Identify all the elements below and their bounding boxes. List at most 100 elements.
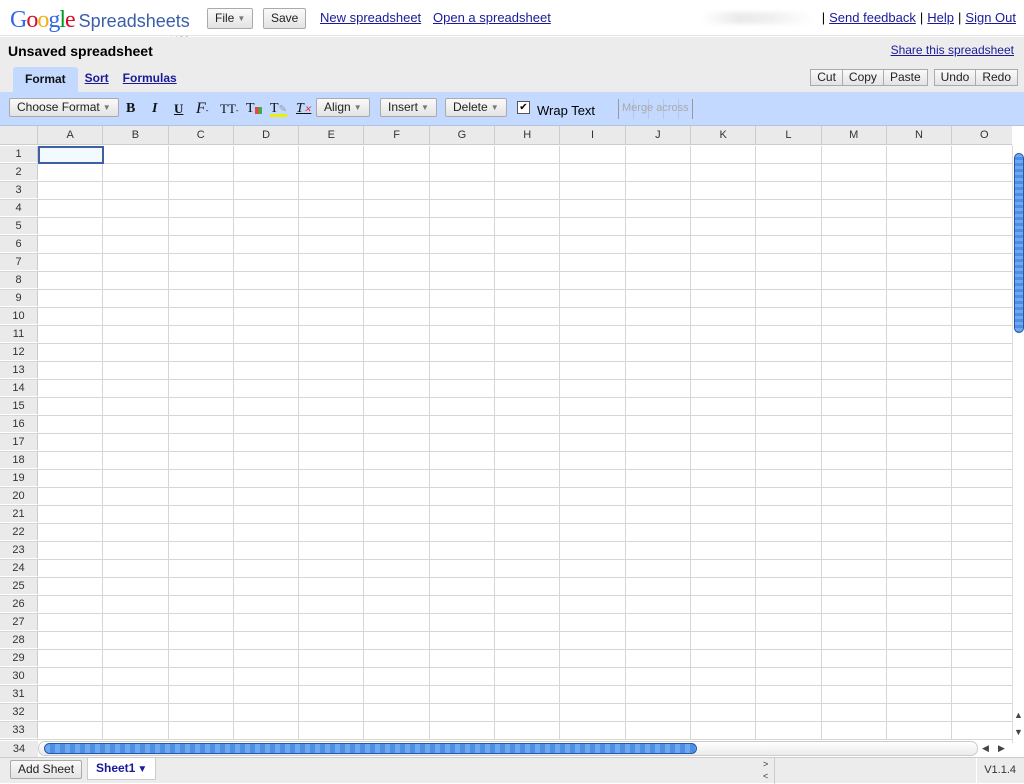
grid-cell[interactable] <box>299 362 365 379</box>
grid-cell[interactable] <box>495 650 561 667</box>
grid-cell[interactable] <box>430 308 496 325</box>
add-sheet-button[interactable]: Add Sheet <box>10 760 83 779</box>
grid-cell[interactable] <box>756 398 822 415</box>
scroll-down-arrow-icon[interactable]: ▼ <box>1014 727 1023 737</box>
grid-cell[interactable] <box>887 488 953 505</box>
grid-cell[interactable] <box>495 632 561 649</box>
grid-cell[interactable] <box>756 434 822 451</box>
grid-cell[interactable] <box>887 434 953 451</box>
grid-cell[interactable] <box>299 614 365 631</box>
column-header[interactable]: I <box>560 126 626 145</box>
grid-cell[interactable] <box>495 524 561 541</box>
grid-cell[interactable] <box>364 704 430 721</box>
grid-cell[interactable] <box>430 614 496 631</box>
grid-cell[interactable] <box>234 452 300 469</box>
grid-cell[interactable] <box>103 326 169 343</box>
grid-cell[interactable] <box>952 200 1012 217</box>
grid-cell[interactable] <box>299 632 365 649</box>
grid-cell[interactable] <box>299 416 365 433</box>
grid-cell[interactable] <box>756 254 822 271</box>
grid-cell[interactable] <box>299 470 365 487</box>
grid-cell[interactable] <box>691 650 757 667</box>
row-header[interactable]: 29 <box>0 650 38 667</box>
grid-cell[interactable] <box>691 488 757 505</box>
grid-cell[interactable] <box>364 650 430 667</box>
row-header[interactable]: 27 <box>0 614 38 631</box>
row-header[interactable]: 5 <box>0 218 38 235</box>
grid-cell[interactable] <box>691 146 757 163</box>
grid-cell[interactable] <box>299 578 365 595</box>
grid-cell[interactable] <box>756 668 822 685</box>
grid-cell[interactable] <box>430 272 496 289</box>
grid-cell[interactable] <box>822 578 887 595</box>
grid-cell[interactable] <box>495 272 561 289</box>
grid-cell[interactable] <box>626 164 691 181</box>
grid-cell[interactable] <box>234 254 300 271</box>
grid-cell[interactable] <box>691 416 757 433</box>
grid-cell[interactable] <box>495 560 561 577</box>
grid-cell[interactable] <box>887 326 953 343</box>
font-family-icon[interactable]: F- <box>196 100 208 120</box>
scroll-left-arrow-icon[interactable]: ◀ <box>982 743 989 754</box>
grid-cell[interactable] <box>626 686 691 703</box>
grid-cell[interactable] <box>887 560 953 577</box>
grid-cell[interactable] <box>430 164 496 181</box>
row-header[interactable]: 24 <box>0 560 38 577</box>
grid-cell[interactable] <box>822 416 887 433</box>
row-header[interactable]: 17 <box>0 434 38 451</box>
grid-cell[interactable] <box>169 722 234 739</box>
highlight-color-icon[interactable]: T✎ <box>270 100 287 119</box>
grid-cell[interactable] <box>234 164 300 181</box>
align-button[interactable]: Align ▼ <box>316 98 370 117</box>
grid-cell[interactable] <box>364 290 430 307</box>
grid-cell[interactable] <box>756 704 822 721</box>
grid-cell[interactable] <box>495 668 561 685</box>
grid-cell[interactable] <box>495 308 561 325</box>
grid-cell[interactable] <box>822 632 887 649</box>
grid-cell[interactable] <box>38 524 104 541</box>
grid-cell[interactable] <box>103 542 169 559</box>
grid-cell[interactable] <box>234 272 300 289</box>
grid-cell[interactable] <box>626 344 691 361</box>
grid-cell[interactable] <box>430 668 496 685</box>
grid-cell[interactable] <box>626 254 691 271</box>
grid-cell[interactable] <box>169 200 234 217</box>
grid-cell[interactable] <box>299 506 365 523</box>
cut-button[interactable]: Cut <box>810 69 843 86</box>
grid-cell[interactable] <box>952 236 1012 253</box>
grid-cell[interactable] <box>103 578 169 595</box>
grid-cell[interactable] <box>169 506 234 523</box>
grid-cell[interactable] <box>626 704 691 721</box>
grid-cell[interactable] <box>822 308 887 325</box>
row-header[interactable]: 26 <box>0 596 38 613</box>
row-header[interactable]: 28 <box>0 632 38 649</box>
grid-cell[interactable] <box>103 236 169 253</box>
row-header[interactable]: 34 <box>0 741 38 757</box>
grid-cell[interactable] <box>495 236 561 253</box>
grid-cell[interactable] <box>691 704 757 721</box>
insert-button[interactable]: Insert ▼ <box>380 98 437 117</box>
grid-cell[interactable] <box>560 200 626 217</box>
grid-cell[interactable] <box>756 722 822 739</box>
grid-cell[interactable] <box>756 542 822 559</box>
grid-cell[interactable] <box>887 362 953 379</box>
grid-cell[interactable] <box>887 650 953 667</box>
grid-cell[interactable] <box>822 164 887 181</box>
grid-cell[interactable] <box>169 488 234 505</box>
grid-cell[interactable] <box>38 416 104 433</box>
grid-cell[interactable] <box>560 686 626 703</box>
grid-cell[interactable] <box>495 488 561 505</box>
column-header[interactable]: H <box>495 126 561 145</box>
grid-cell[interactable] <box>691 272 757 289</box>
grid-cell[interactable] <box>430 434 496 451</box>
grid-cell[interactable] <box>430 578 496 595</box>
row-header[interactable]: 4 <box>0 200 38 217</box>
chevron-down-icon[interactable]: ▼ <box>137 764 147 775</box>
grid-cell[interactable] <box>430 182 496 199</box>
grid-cell[interactable] <box>952 488 1012 505</box>
grid-cell[interactable] <box>38 218 104 235</box>
grid-cell[interactable] <box>299 164 365 181</box>
grid-cell[interactable] <box>822 668 887 685</box>
grid-cell[interactable] <box>169 380 234 397</box>
grid-cell[interactable] <box>822 542 887 559</box>
